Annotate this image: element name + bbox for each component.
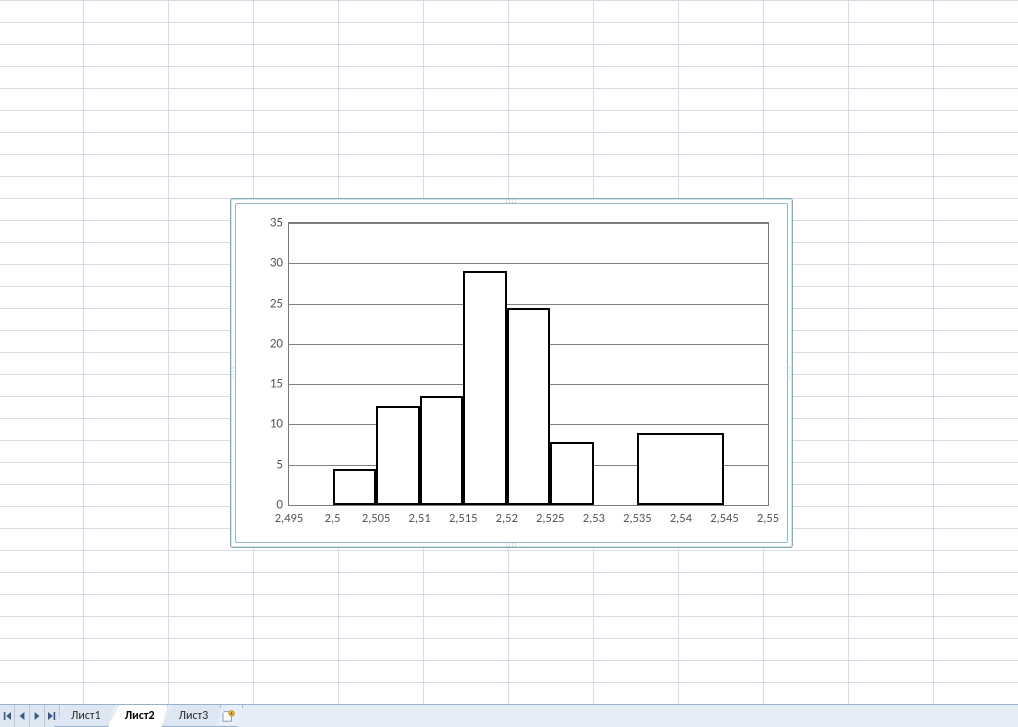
y-axis-tick-label: 5 (276, 457, 289, 472)
sheet-tab[interactable]: Лист1 (54, 705, 114, 727)
sheet-tab[interactable]: Лист2 (108, 705, 168, 727)
tab-nav-first-button[interactable] (0, 705, 15, 727)
histogram-bar[interactable] (463, 271, 507, 505)
chart-object[interactable]: :::: :::: :::: :::: 051015202530352,4952… (230, 198, 793, 548)
x-axis-tick-label: 2,5 (325, 505, 341, 526)
y-axis-tick-label: 25 (270, 296, 289, 311)
y-axis-tick-label: 35 (270, 216, 289, 231)
x-axis-tick-label: 2,525 (536, 505, 564, 526)
x-axis-tick-label: 2,515 (449, 505, 477, 526)
x-axis-tick-label: 2,53 (583, 505, 605, 526)
x-axis-tick-label: 2,52 (496, 505, 518, 526)
histogram-bar[interactable] (507, 308, 551, 505)
histogram-bar[interactable] (550, 442, 594, 505)
sheet-tab[interactable]: Лист3 (162, 705, 222, 727)
sheet-tab-label: Лист1 (71, 709, 101, 723)
x-axis-tick-label: 2,51 (409, 505, 431, 526)
x-axis-tick-label: 2,495 (275, 505, 303, 526)
chart-gridline (289, 223, 768, 224)
chart-gridline (289, 304, 768, 305)
y-axis-tick-label: 20 (270, 336, 289, 351)
x-axis-tick-label: 2,54 (670, 505, 692, 526)
y-axis-tick-label: 15 (270, 377, 289, 392)
tab-nav-next-button[interactable] (30, 705, 45, 727)
x-axis-tick-label: 2,55 (757, 505, 779, 526)
y-axis-tick-label: 30 (270, 256, 289, 271)
tab-nav-prev-button[interactable] (15, 705, 30, 727)
histogram-bar[interactable] (376, 406, 420, 505)
sheet-tab-label: Лист2 (125, 709, 155, 723)
sheet-tab-label: Лист3 (179, 709, 209, 723)
plot-area[interactable]: 051015202530352,4952,52,5052,512,5152,52… (288, 222, 769, 506)
chart-area[interactable]: 051015202530352,4952,52,5052,512,5152,52… (235, 203, 788, 543)
x-axis-tick-label: 2,535 (623, 505, 651, 526)
y-axis-tick-label: 10 (270, 417, 289, 432)
histogram-bar[interactable] (637, 433, 724, 506)
histogram-bar[interactable] (333, 469, 377, 505)
x-axis-tick-label: 2,505 (362, 505, 390, 526)
x-axis-tick-label: 2,545 (710, 505, 738, 526)
chart-gridline (289, 263, 768, 264)
histogram-bar[interactable] (420, 396, 464, 505)
worksheet-tab-strip: Лист1 Лист2 Лист3 (0, 704, 1018, 727)
